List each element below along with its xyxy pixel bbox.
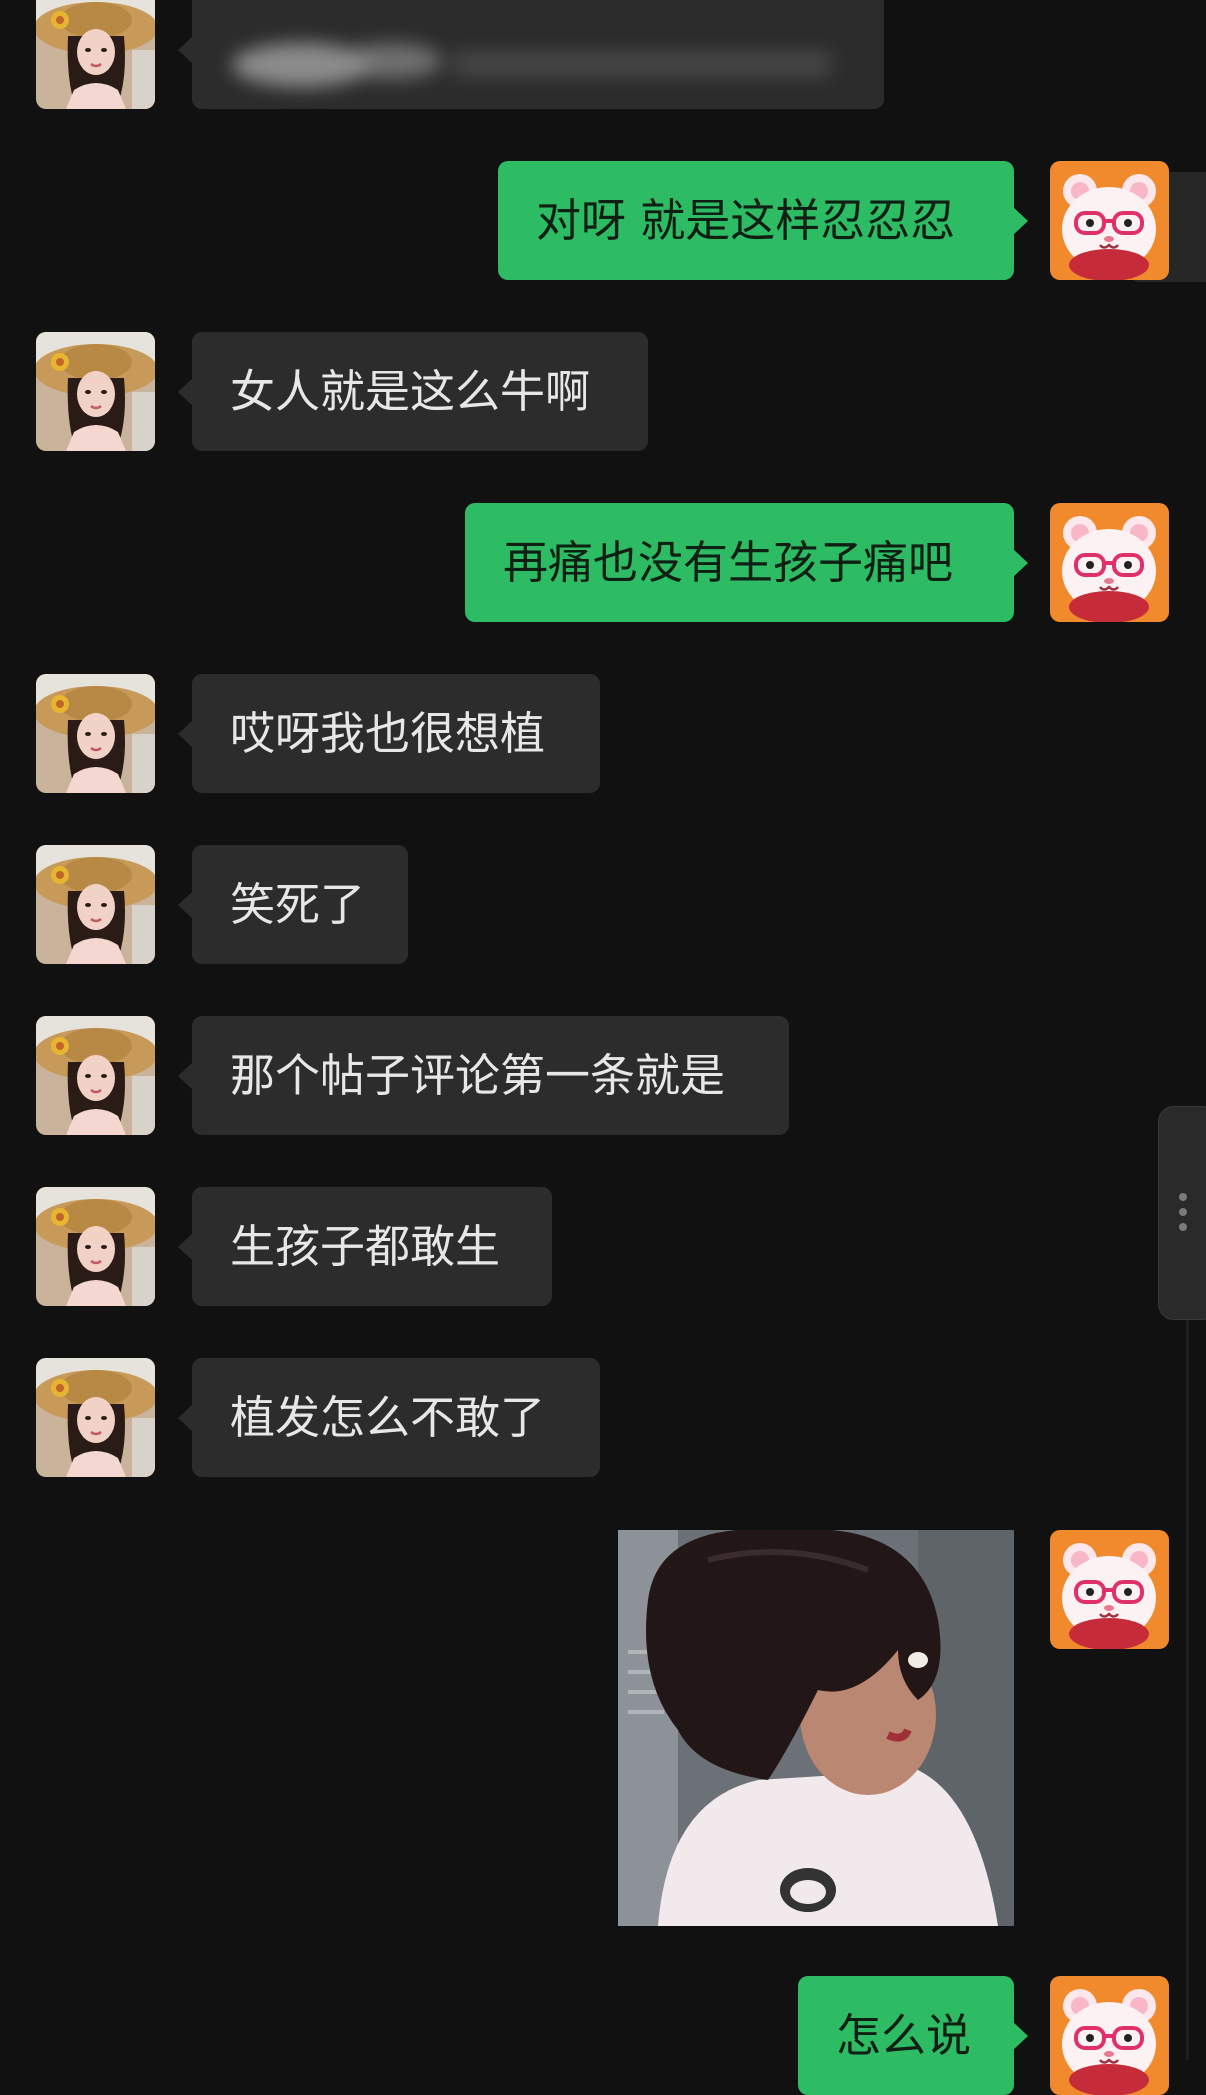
- contact-avatar[interactable]: [36, 845, 155, 964]
- contact-avatar[interactable]: [36, 1358, 155, 1477]
- scroll-handle[interactable]: [1158, 1106, 1206, 1320]
- contact-avatar[interactable]: [36, 332, 155, 451]
- pink-hamster-glasses-avatar-icon: [1050, 1976, 1169, 2095]
- woman-straw-hat-avatar-icon: [36, 332, 155, 451]
- grip-dot-icon: [1179, 1223, 1187, 1231]
- grip-dot-icon: [1179, 1193, 1187, 1201]
- incoming-message-bubble[interactable]: 笑死了: [178, 845, 408, 964]
- image-message[interactable]: [618, 1530, 1014, 1926]
- contact-avatar[interactable]: [36, 0, 155, 109]
- self-avatar[interactable]: [1050, 1530, 1169, 1649]
- outgoing-message-bubble[interactable]: 再痛也没有生孩子痛吧: [465, 503, 1028, 622]
- message-text: 植发怎么不敢了: [230, 1391, 546, 1444]
- message-text: 那个帖子评论第一条就是: [230, 1049, 726, 1102]
- message-text: 女人就是这么牛啊: [230, 365, 591, 418]
- woman-straw-hat-avatar-icon: [36, 674, 155, 793]
- grip-dot-icon: [1179, 1208, 1187, 1216]
- self-avatar[interactable]: [1050, 1976, 1169, 2095]
- incoming-message-bubble[interactable]: [178, 0, 884, 109]
- incoming-message-bubble[interactable]: 女人就是这么牛啊: [178, 332, 648, 451]
- outgoing-message-bubble[interactable]: 怎么说: [798, 1976, 1028, 2095]
- woman-straw-hat-avatar-icon: [36, 845, 155, 964]
- pink-hamster-glasses-avatar-icon: [1050, 161, 1169, 280]
- woman-straw-hat-avatar-icon: [36, 1187, 155, 1306]
- incoming-message-bubble[interactable]: 那个帖子评论第一条就是: [178, 1016, 789, 1135]
- pink-hamster-glasses-avatar-icon: [1050, 503, 1169, 622]
- incoming-message-bubble[interactable]: 生孩子都敢生: [178, 1187, 552, 1306]
- self-avatar[interactable]: [1050, 161, 1169, 280]
- incoming-message-bubble[interactable]: 哎呀我也很想植: [178, 674, 600, 793]
- woman-straw-hat-avatar-icon: [36, 1016, 155, 1135]
- outgoing-message-bubble[interactable]: 对呀 就是这样忍忍忍: [498, 161, 1028, 280]
- woman-straw-hat-avatar-icon: [36, 0, 155, 109]
- child-photo: [618, 1530, 1014, 1926]
- contact-avatar[interactable]: [36, 1187, 155, 1306]
- message-text: 生孩子都敢生: [230, 1220, 501, 1273]
- woman-straw-hat-avatar-icon: [36, 1358, 155, 1477]
- message-text: 对呀 就是这样忍忍忍: [536, 194, 956, 247]
- message-text: 怎么说: [836, 2009, 972, 2062]
- message-text: 再痛也没有生孩子痛吧: [503, 536, 954, 589]
- pink-hamster-glasses-avatar-icon: [1050, 1530, 1169, 1649]
- contact-avatar[interactable]: [36, 1016, 155, 1135]
- message-text: 笑死了: [230, 878, 366, 931]
- contact-avatar[interactable]: [36, 674, 155, 793]
- message-text: 哎呀我也很想植: [230, 707, 546, 760]
- self-avatar[interactable]: [1050, 503, 1169, 622]
- incoming-message-bubble[interactable]: 植发怎么不敢了: [178, 1358, 600, 1477]
- blurred-message-text: [222, 20, 842, 87]
- scroll-track[interactable]: [1186, 1320, 1189, 2060]
